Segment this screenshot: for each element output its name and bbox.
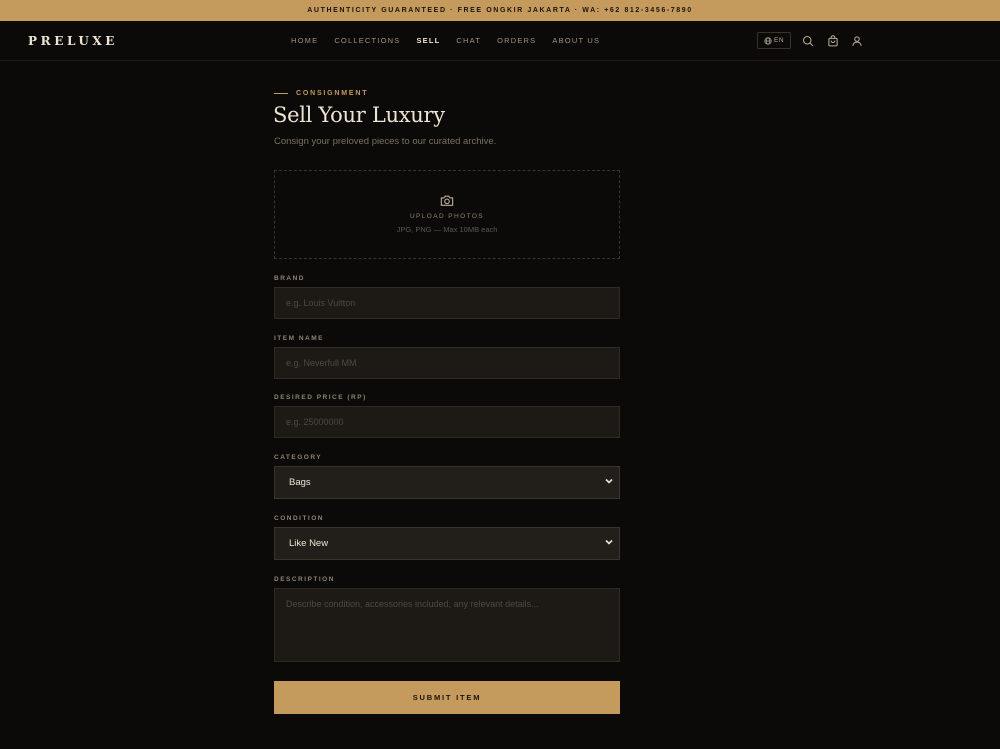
item-name-input[interactable]: e.g. Neverfull MM [274, 347, 620, 379]
price-label: DESIRED PRICE (RP) [274, 394, 367, 401]
condition-label: CONDITION [274, 515, 324, 522]
page-title: Sell Your Luxury [273, 103, 445, 127]
nav-item-sell[interactable]: SELL [416, 36, 440, 45]
main-navigation: PRELUXE HOME COLLECTIONS SELL CHAT ORDER… [0, 21, 1000, 61]
nav-item-home[interactable]: HOME [291, 36, 318, 45]
eyebrow-divider [274, 92, 288, 94]
page-subtitle: Consign your preloved pieces to our cura… [274, 136, 497, 147]
cart-icon[interactable] [827, 35, 839, 47]
price-input[interactable]: e.g. 25000000 [274, 406, 620, 438]
nav-menu: HOME COLLECTIONS SELL CHAT ORDERS ABOUT … [291, 36, 616, 45]
nav-item-collections[interactable]: COLLECTIONS [334, 36, 400, 45]
eyebrow-label: CONSIGNMENT [296, 89, 369, 97]
language-label: EN [773, 37, 785, 44]
brand-label: BRAND [274, 275, 305, 282]
camera-icon [440, 194, 454, 207]
description-label: DESCRIPTION [274, 576, 335, 583]
category-selected-value: Bags [289, 477, 311, 488]
globe-icon [764, 36, 772, 45]
brand-logo[interactable]: PRELUXE [28, 34, 118, 48]
condition-select[interactable]: Like New [274, 527, 620, 560]
user-icon[interactable] [851, 35, 863, 47]
description-textarea[interactable]: Describe condition, accessories included… [274, 588, 620, 662]
submit-item-button[interactable]: SUBMIT ITEM [274, 681, 620, 714]
announcement-text: AUTHENTICITY GUARANTEED · FREE ONGKIR JA… [307, 7, 693, 14]
chevron-down-icon [604, 537, 614, 550]
nav-item-orders[interactable]: ORDERS [497, 36, 536, 45]
chevron-down-icon [604, 476, 614, 489]
brand-input[interactable]: e.g. Louis Vuitton [274, 287, 620, 319]
condition-selected-value: Like New [289, 538, 329, 549]
announcement-bar: AUTHENTICITY GUARANTEED · FREE ONGKIR JA… [0, 0, 1000, 21]
search-icon[interactable] [802, 35, 814, 47]
category-select[interactable]: Bags [274, 466, 620, 499]
nav-item-chat[interactable]: CHAT [456, 36, 481, 45]
upload-hint: JPG, PNG — Max 10MB each [396, 225, 498, 234]
nav-item-about-us[interactable]: ABOUT US [552, 36, 600, 45]
section-eyebrow: CONSIGNMENT [274, 89, 368, 97]
language-switcher[interactable]: EN [757, 32, 791, 49]
category-label: CATEGORY [274, 454, 323, 461]
upload-label: UPLOAD PHOTOS [409, 213, 485, 220]
photo-upload-dropzone[interactable]: UPLOAD PHOTOS JPG, PNG — Max 10MB each [274, 170, 620, 259]
item-name-label: ITEM NAME [274, 335, 324, 342]
